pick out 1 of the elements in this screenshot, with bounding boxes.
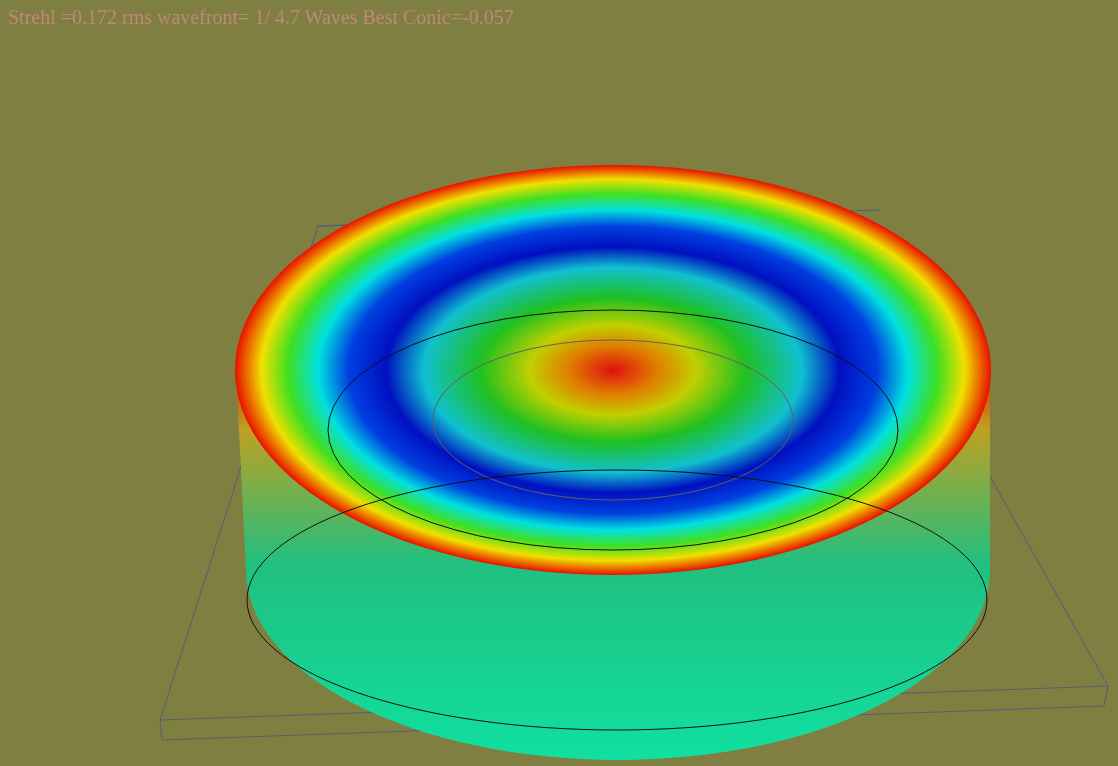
statistics-text: Strehl =0.172 rms wavefront= 1/ 4.7 Waves Best Conic=-0.057 bbox=[8, 5, 514, 29]
